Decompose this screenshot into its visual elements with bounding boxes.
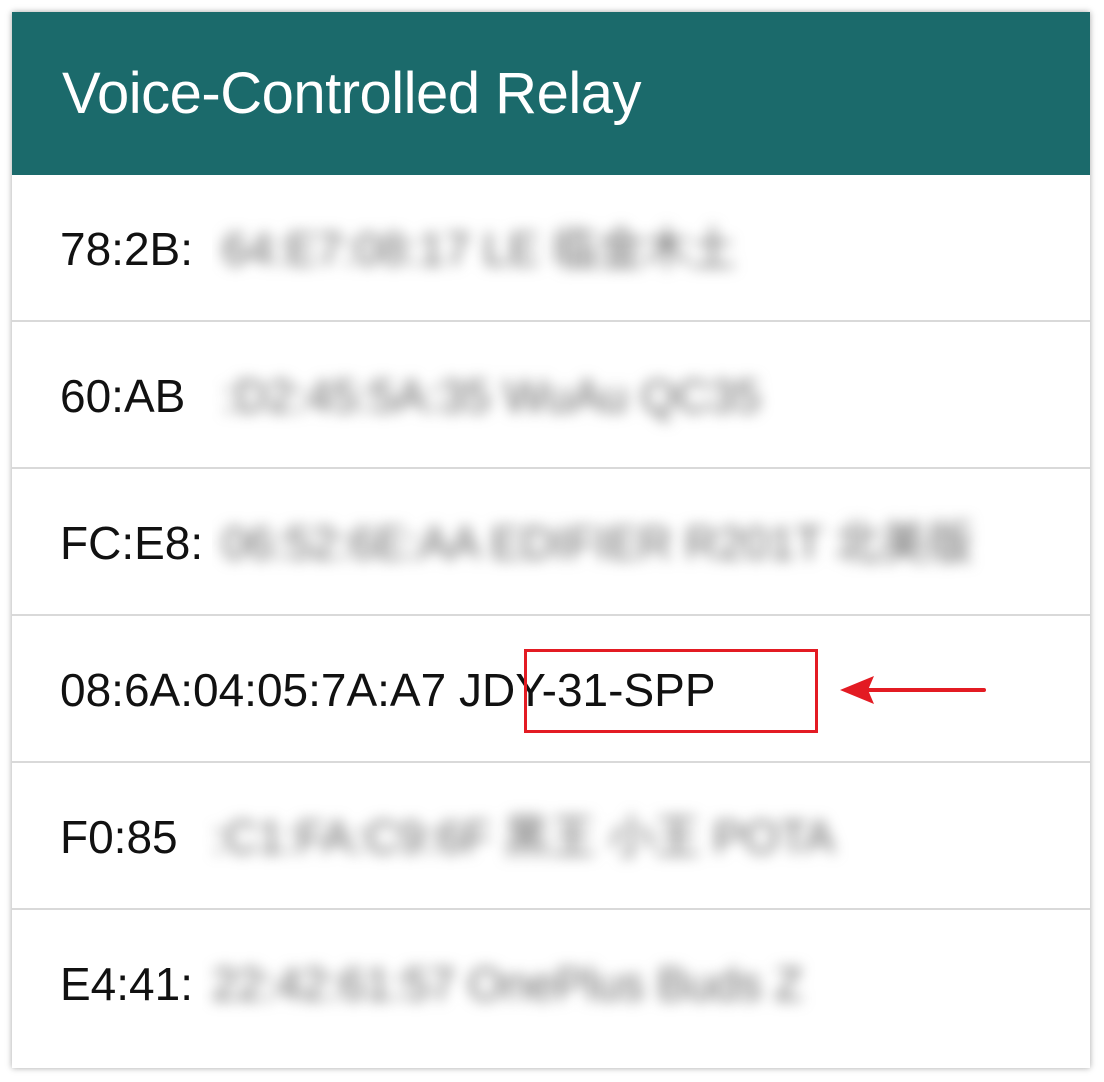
- highlight-box: [524, 649, 818, 733]
- device-row-6[interactable]: E4:41: 22:42:61:57 OnePlus Buds Z: [12, 910, 1090, 1057]
- device-row-5[interactable]: F0:85 :C1:FA:C9:6F 黑王 小王 POTA: [12, 763, 1090, 910]
- app-screen: Voice-Controlled Relay 78:2B: 64:E7:08:1…: [12, 12, 1090, 1068]
- device-address: FC:E8:: [60, 517, 204, 569]
- device-name-blurred: :D2:45:5A:35 WuAu QC35: [222, 370, 761, 422]
- device-row-jdy31[interactable]: 08:6A:04:05:7A:A7 JDY-31-SPP: [12, 616, 1090, 763]
- device-address: 60:AB: [60, 370, 186, 422]
- device-row-3[interactable]: FC:E8: 06:52:6E:AA EDIFIER R201T 北美版: [12, 469, 1090, 616]
- paired-devices-list: 78:2B: 64:E7:08:17 LE 临金木土 60:AB :D2:45:…: [12, 175, 1090, 1057]
- device-name-blurred: 22:42:61:57 OnePlus Buds Z: [212, 958, 803, 1010]
- left-arrow-icon: [840, 676, 986, 704]
- redaction-blur: :C1:FA:C9:6F 黑王 小王 POTA: [202, 763, 978, 908]
- device-name-blurred: :C1:FA:C9:6F 黑王 小王 POTA: [212, 811, 835, 863]
- redaction-blur: 64:E7:08:17 LE 临金木土: [212, 175, 1049, 320]
- device-address: F0:85: [60, 811, 178, 863]
- device-name-blurred: 06:52:6E:AA EDIFIER R201T 北美版: [222, 517, 973, 569]
- redaction-blur: :D2:45:5A:35 WuAu QC35: [212, 322, 1049, 467]
- app-bar: Voice-Controlled Relay: [12, 12, 1090, 175]
- device-row-1[interactable]: 78:2B: 64:E7:08:17 LE 临金木土: [12, 175, 1090, 322]
- device-row-2[interactable]: 60:AB :D2:45:5A:35 WuAu QC35: [12, 322, 1090, 469]
- app-title: Voice-Controlled Relay: [62, 61, 641, 126]
- device-name-blurred: 64:E7:08:17 LE 临金木土: [222, 223, 736, 275]
- redaction-blur: 22:42:61:57 OnePlus Buds Z: [202, 910, 978, 1055]
- device-address: E4:41:: [60, 958, 193, 1010]
- device-address: 78:2B:: [60, 223, 193, 275]
- redaction-blur: 06:52:6E:AA EDIFIER R201T 北美版: [212, 469, 1049, 614]
